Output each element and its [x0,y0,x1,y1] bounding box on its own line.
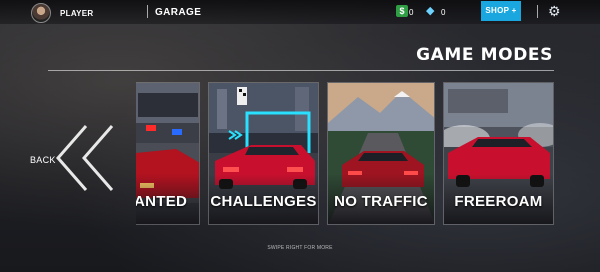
gear-icon[interactable]: ⚙ [548,3,561,19]
avatar[interactable] [31,3,51,23]
divider [537,5,538,18]
back-label[interactable]: BACK [30,155,56,165]
title-underline [48,70,554,71]
divider [147,5,148,18]
back-chevron-icon[interactable] [80,124,114,192]
mode-label: NO TRAFFIC [334,193,428,210]
mode-card-no-traffic[interactable]: NO TRAFFIC [327,82,435,225]
mode-card-wanted[interactable]: ANTED [136,82,200,225]
cash-value: 0 [409,8,414,17]
cash-icon: $ [396,5,408,17]
page-title: GAME MODES [416,45,553,65]
mode-card-challenges[interactable]: CHALLENGES [208,82,319,225]
gem-value: 0 [441,8,446,17]
screen-title: GARAGE [155,7,202,18]
mode-label: FREEROAM [454,193,543,210]
mode-label: CHALLENGES [210,193,317,210]
player-name: PLAYER [60,9,94,18]
mode-label: ANTED [136,193,188,210]
mode-card-freeroam[interactable]: FREEROAM [443,82,554,225]
gem-icon: ◆ [426,5,435,17]
top-bar: PLAYER GARAGE $ 0 ◆ 0 SHOP + ⚙ [0,0,600,24]
swipe-hint: SWIPE RIGHT FOR MORE [267,245,333,251]
shop-button[interactable]: SHOP + [481,1,521,21]
